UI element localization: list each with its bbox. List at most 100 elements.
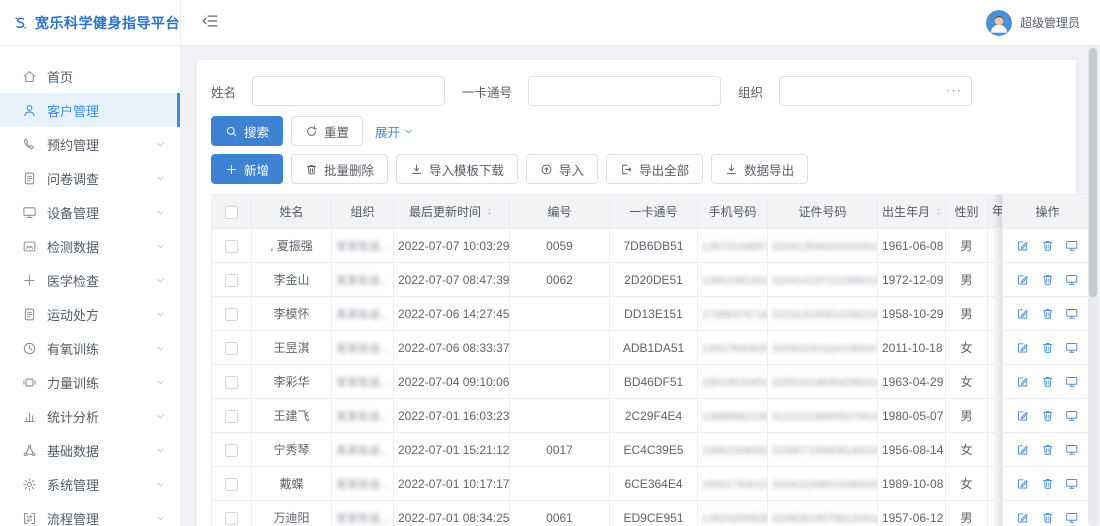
cell-actions [1003, 229, 1093, 263]
screen-icon[interactable] [1065, 341, 1079, 355]
edit-icon[interactable] [1016, 443, 1030, 457]
screen-icon[interactable] [1065, 307, 1079, 321]
org-label: 组织 [738, 82, 763, 101]
plus-icon [22, 273, 37, 288]
screen-icon[interactable] [1065, 511, 1079, 525]
name-input[interactable] [252, 76, 445, 106]
row-checkbox[interactable] [225, 478, 238, 491]
redacted-id: 320626195706120016 [772, 513, 878, 525]
delete-icon[interactable] [1041, 443, 1055, 457]
sort-icon[interactable] [485, 205, 494, 218]
screen-icon[interactable] [1065, 239, 1079, 253]
edit-icon[interactable] [1016, 273, 1030, 287]
sidebar-item-base-data[interactable]: 基础数据 [0, 433, 180, 467]
row-checkbox[interactable] [225, 342, 238, 355]
sort-icon[interactable] [934, 205, 943, 218]
row-checkbox[interactable] [225, 376, 238, 389]
cell-clipped [988, 467, 1003, 501]
sidebar-item-devices[interactable]: 设备管理 [0, 195, 180, 229]
edit-icon[interactable] [1016, 341, 1030, 355]
reset-button[interactable]: 重置 [291, 116, 363, 146]
cell-phone: 13852008002 [698, 433, 768, 467]
delete-icon[interactable] [1041, 273, 1055, 287]
edit-icon[interactable] [1016, 511, 1030, 525]
col-birth[interactable]: 出生年月 [878, 195, 946, 229]
cell-clipped [988, 297, 1003, 331]
cell-birth: 1972-12-09 [878, 263, 946, 297]
card-input[interactable] [528, 76, 721, 106]
edit-icon[interactable] [1016, 239, 1030, 253]
edit-icon[interactable] [1016, 307, 1030, 321]
edit-icon[interactable] [1016, 409, 1030, 423]
delete-icon[interactable] [1041, 239, 1055, 253]
search-button[interactable]: 搜索 [211, 116, 283, 146]
cell-org: 某某街道... [332, 263, 394, 297]
sidebar-item-statistics[interactable]: 统计分析 [0, 399, 180, 433]
edit-icon[interactable] [1016, 375, 1030, 389]
cell-org: 某某街道... [332, 365, 394, 399]
org-input[interactable] [779, 76, 972, 106]
sidebar-item-label: 力量训练 [47, 373, 99, 392]
col-actions: 操作 [1003, 195, 1093, 229]
cell-code [510, 399, 610, 433]
screen-icon[interactable] [1065, 409, 1079, 423]
export-all-button[interactable]: 导出全部 [606, 154, 703, 184]
scrollbar-thumb[interactable] [1089, 48, 1097, 297]
sidebar-item-customers[interactable]: 客户管理 [0, 93, 180, 127]
add-button[interactable]: 新增 [211, 154, 283, 184]
row-checkbox[interactable] [225, 444, 238, 457]
batch-delete-button[interactable]: 批量删除 [291, 154, 388, 184]
expand-link[interactable]: 展开 [375, 122, 414, 141]
sidebar-item-label: 有氧训练 [47, 339, 99, 358]
sidebar-item-medical-exam[interactable]: 医学检查 [0, 263, 180, 297]
sidebar-item-aerobic[interactable]: 有氧训练 [0, 331, 180, 365]
cell-code: 0062 [510, 263, 610, 297]
select-all-checkbox[interactable] [225, 206, 238, 219]
delete-icon[interactable] [1041, 307, 1055, 321]
row-checkbox[interactable] [225, 410, 238, 423]
sidebar-collapse-button[interactable] [199, 12, 221, 34]
sidebar-item-workflow[interactable]: 流程管理 [0, 501, 180, 526]
row-checkbox[interactable] [225, 240, 238, 253]
sidebar-item-strength[interactable]: 力量训练 [0, 365, 180, 399]
sidebar-item-label: 统计分析 [47, 407, 99, 426]
template-download-button[interactable]: 导入模板下载 [396, 154, 518, 184]
screen-icon[interactable] [1065, 375, 1079, 389]
data-export-button[interactable]: 数据导出 [711, 154, 808, 184]
delete-icon[interactable] [1041, 341, 1055, 355]
row-checkbox[interactable] [225, 274, 238, 287]
delete-icon[interactable] [1041, 375, 1055, 389]
cell-code [510, 467, 610, 501]
sidebar-item-exercise-rx[interactable]: 运动处方 [0, 297, 180, 331]
sidebar-item-surveys[interactable]: 问卷调查 [0, 161, 180, 195]
row-checkbox[interactable] [225, 308, 238, 321]
chevron-down-icon [403, 126, 414, 137]
col-updated[interactable]: 最后更新时间 [394, 195, 510, 229]
cell-code [510, 331, 610, 365]
row-checkbox[interactable] [225, 512, 238, 525]
screen-icon[interactable] [1065, 273, 1079, 287]
cell-org: 某某街道... [332, 433, 394, 467]
cell-phone: 13917690620 [698, 331, 768, 365]
table-toolbar: 新增 批量删除 导入模板下载 导入 导出全部 [211, 154, 1062, 184]
sidebar-item-appointments[interactable]: 预约管理 [0, 127, 180, 161]
edit-icon[interactable] [1016, 477, 1030, 491]
sidebar-item-label: 系统管理 [47, 475, 99, 494]
sidebar-item-system[interactable]: 系统管理 [0, 467, 180, 501]
user-menu[interactable]: 超级管理员 [986, 10, 1080, 36]
sidebar-item-label: 设备管理 [47, 203, 99, 222]
delete-icon[interactable] [1041, 409, 1055, 423]
redacted-id: 320414197212090010 [772, 275, 878, 287]
cell-org: 某某街道... [332, 467, 394, 501]
import-button[interactable]: 导入 [526, 154, 598, 184]
customer-table: 姓名 组织 最后更新时间 编号 一卡通号 手机号码 证件号 [211, 194, 1062, 526]
sidebar-item-home[interactable]: 首页 [0, 59, 180, 93]
cell-updated: 2022-07-04 09:10:06 [394, 365, 510, 399]
screen-icon[interactable] [1065, 477, 1079, 491]
vertical-scrollbar [1088, 47, 1098, 526]
delete-icon[interactable] [1041, 511, 1055, 525]
delete-icon[interactable] [1041, 477, 1055, 491]
screen-icon[interactable] [1065, 443, 1079, 457]
sidebar-item-test-data[interactable]: 检测数据 [0, 229, 180, 263]
cell-name: 戴蝶 [252, 467, 332, 501]
